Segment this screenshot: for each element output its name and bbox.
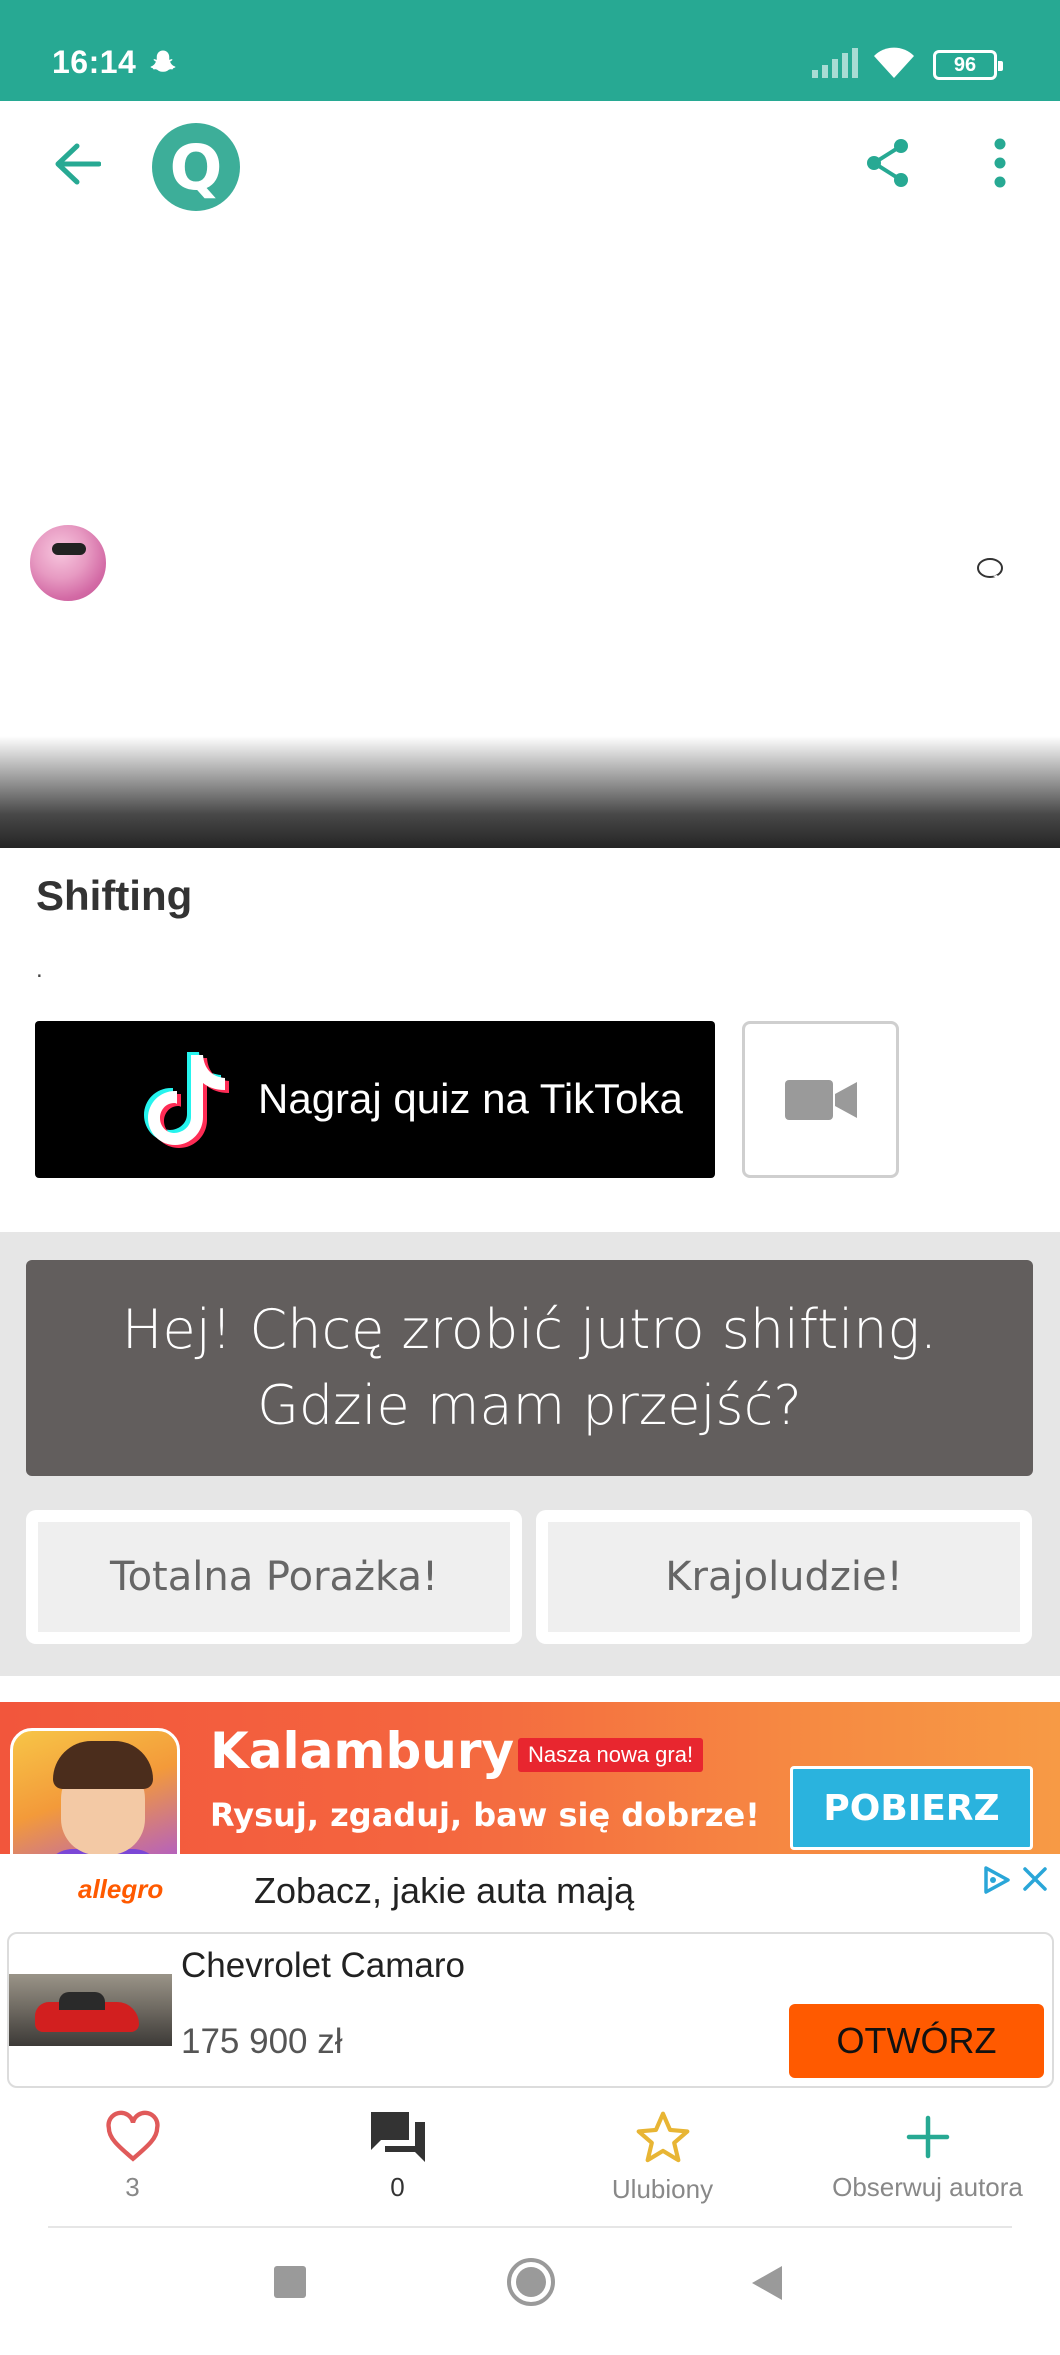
- promo-download-button[interactable]: POBIERZ: [790, 1766, 1033, 1850]
- answer-option-2-label: Krajoludzie!: [548, 1522, 1020, 1632]
- video-camera-icon: [784, 1079, 857, 1120]
- quiz-title: Shifting: [36, 872, 193, 919]
- arrow-left-icon: [55, 143, 101, 185]
- bottom-action-bar: 3 0 Ulubiony Obserwuj autora: [0, 2098, 1060, 2226]
- ad-open-button[interactable]: OTWÓRZ: [789, 2004, 1044, 2078]
- promo-badge: Nasza nowa gra!: [518, 1738, 704, 1772]
- recents-icon[interactable]: [272, 2264, 308, 2305]
- question-box: Hej! Chcę zrobić jutro shifting. Gdzie m…: [26, 1260, 1033, 1476]
- back-nav-icon[interactable]: [748, 2264, 784, 2307]
- video-button[interactable]: [742, 1021, 899, 1178]
- battery-icon: 96: [933, 50, 1003, 80]
- plus-icon: [906, 2115, 949, 2159]
- allegro-ad[interactable]: allegro Zobacz, jakie auta mają Chevrole…: [0, 1854, 1060, 2098]
- ad-brand-logo: allegro: [78, 1874, 164, 1904]
- kalambury-app-icon: [10, 1728, 180, 1854]
- comments-count: 0: [1014, 548, 1032, 583]
- heart-outline-icon: [105, 2110, 160, 2162]
- ad-product-image: [9, 1974, 172, 2046]
- likes-count: 3: [923, 548, 941, 583]
- share-button[interactable]: [858, 133, 918, 193]
- more-options-button[interactable]: [972, 133, 1028, 193]
- comments-action[interactable]: 0: [265, 2110, 530, 2222]
- question-text: Hej! Chcę zrobić jutro shifting. Gdzie m…: [121, 1298, 938, 1437]
- heart-icon: [882, 552, 911, 579]
- like-action-count: 3: [125, 2172, 140, 2202]
- comments-icon: [965, 553, 1003, 580]
- star-icon: [636, 2111, 689, 2163]
- cover-stats: 3 0: [858, 548, 1032, 584]
- follow-author-action[interactable]: Obserwuj autora: [795, 2110, 1060, 2222]
- adchoices-icon[interactable]: [980, 1864, 1012, 1901]
- wifi-icon: [872, 44, 916, 85]
- quiz-cover-image: [0, 231, 1060, 848]
- app-bar: Q: [0, 101, 1060, 231]
- quiz-description: .: [36, 956, 43, 983]
- record-tiktok-button[interactable]: Nagraj quiz na TikToka: [35, 1021, 715, 1178]
- ad-headline: Zobacz, jakie auta mają: [254, 1870, 635, 1911]
- battery-level: 96: [953, 53, 977, 76]
- home-icon[interactable]: [505, 2256, 557, 2313]
- promo-subtitle: Rysuj, zgaduj, baw się dobrze!: [210, 1796, 760, 1834]
- comments-stat: 0: [965, 548, 1032, 584]
- ad-close-icon[interactable]: [1020, 1864, 1050, 1899]
- favorite-action-label: Ulubiony: [611, 2174, 714, 2204]
- more-vertical-icon: [994, 138, 1006, 188]
- cover-gradient: [0, 736, 1060, 848]
- like-action[interactable]: 3: [0, 2110, 265, 2222]
- author-avatar[interactable]: [27, 522, 109, 604]
- tiktok-icon: [139, 1047, 235, 1156]
- favorite-action[interactable]: Ulubiony: [530, 2110, 795, 2222]
- answer-option-2[interactable]: Krajoludzie!: [536, 1510, 1032, 1644]
- answer-option-1[interactable]: Totalna Porażka!: [26, 1510, 522, 1644]
- comments-action-count: 0: [390, 2172, 405, 2202]
- snapchat-icon: [148, 48, 178, 83]
- follow-author-label: Obserwuj autora: [832, 2172, 1023, 2202]
- app-logo[interactable]: Q: [152, 123, 240, 211]
- status-time: 16:14: [52, 44, 137, 80]
- status-bar: 16:14 96: [0, 0, 1060, 101]
- answer-option-1-label: Totalna Porażka!: [38, 1522, 510, 1632]
- share-icon: [867, 139, 908, 187]
- back-button[interactable]: [44, 131, 110, 197]
- app-icon-hair: [53, 1741, 153, 1789]
- signal-icon: [812, 48, 862, 83]
- forum-icon: [370, 2112, 425, 2162]
- author-name[interactable]: polska_to_stalkerka: [123, 546, 410, 580]
- ad-product-name: Chevrolet Camaro: [181, 1946, 465, 1985]
- kalambury-promo-banner[interactable]: Kalambury Nasza nowa gra! Rysuj, zgaduj,…: [0, 1702, 1060, 1854]
- ad-product-card[interactable]: Chevrolet Camaro 175 900 zł OTWÓRZ: [7, 1932, 1054, 2088]
- promo-title: Kalambury: [210, 1722, 515, 1780]
- system-navigation-bar: [0, 2228, 1060, 2355]
- ad-product-price: 175 900 zł: [181, 2022, 343, 2061]
- question-panel: Hej! Chcę zrobić jutro shifting. Gdzie m…: [0, 1232, 1060, 1676]
- tiktok-button-label: Nagraj quiz na TikToka: [258, 1075, 683, 1122]
- likes-stat: 3: [882, 548, 941, 584]
